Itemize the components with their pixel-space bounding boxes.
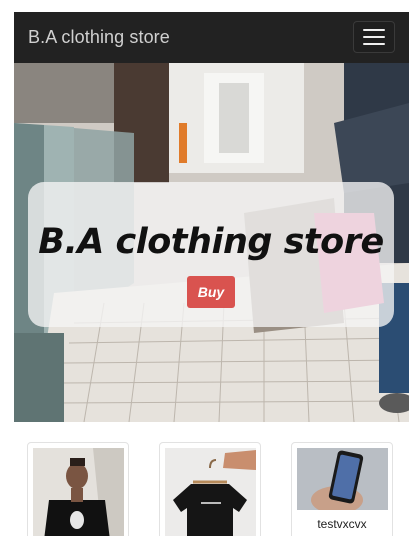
page: B.A clothing store B.A clothing store Bu… [14, 12, 409, 536]
phone-in-hand-photo [297, 448, 388, 510]
buy-button[interactable]: Buy [187, 276, 235, 308]
product-card[interactable] [159, 442, 261, 536]
product-card-label: testvxcvx [317, 517, 367, 531]
man-in-black-tshirt-photo [33, 448, 124, 536]
hamburger-menu-icon-line [363, 36, 385, 38]
product-card[interactable] [27, 442, 129, 536]
hamburger-menu-icon-line [363, 29, 385, 31]
navbar-toggle-button[interactable] [353, 21, 395, 53]
navbar: B.A clothing store [14, 12, 409, 63]
black-tshirt-on-hanger-photo [165, 448, 256, 536]
product-card[interactable]: testvxcvx [291, 442, 393, 536]
hamburger-menu-icon-line [363, 43, 385, 45]
hero-card: B.A clothing store Buy [28, 182, 394, 327]
hero-title: B.A clothing store [38, 222, 384, 262]
product-list: testvxcvx [14, 442, 409, 536]
navbar-brand[interactable]: B.A clothing store [28, 27, 170, 48]
hero-banner: B.A clothing store Buy [14, 63, 409, 422]
